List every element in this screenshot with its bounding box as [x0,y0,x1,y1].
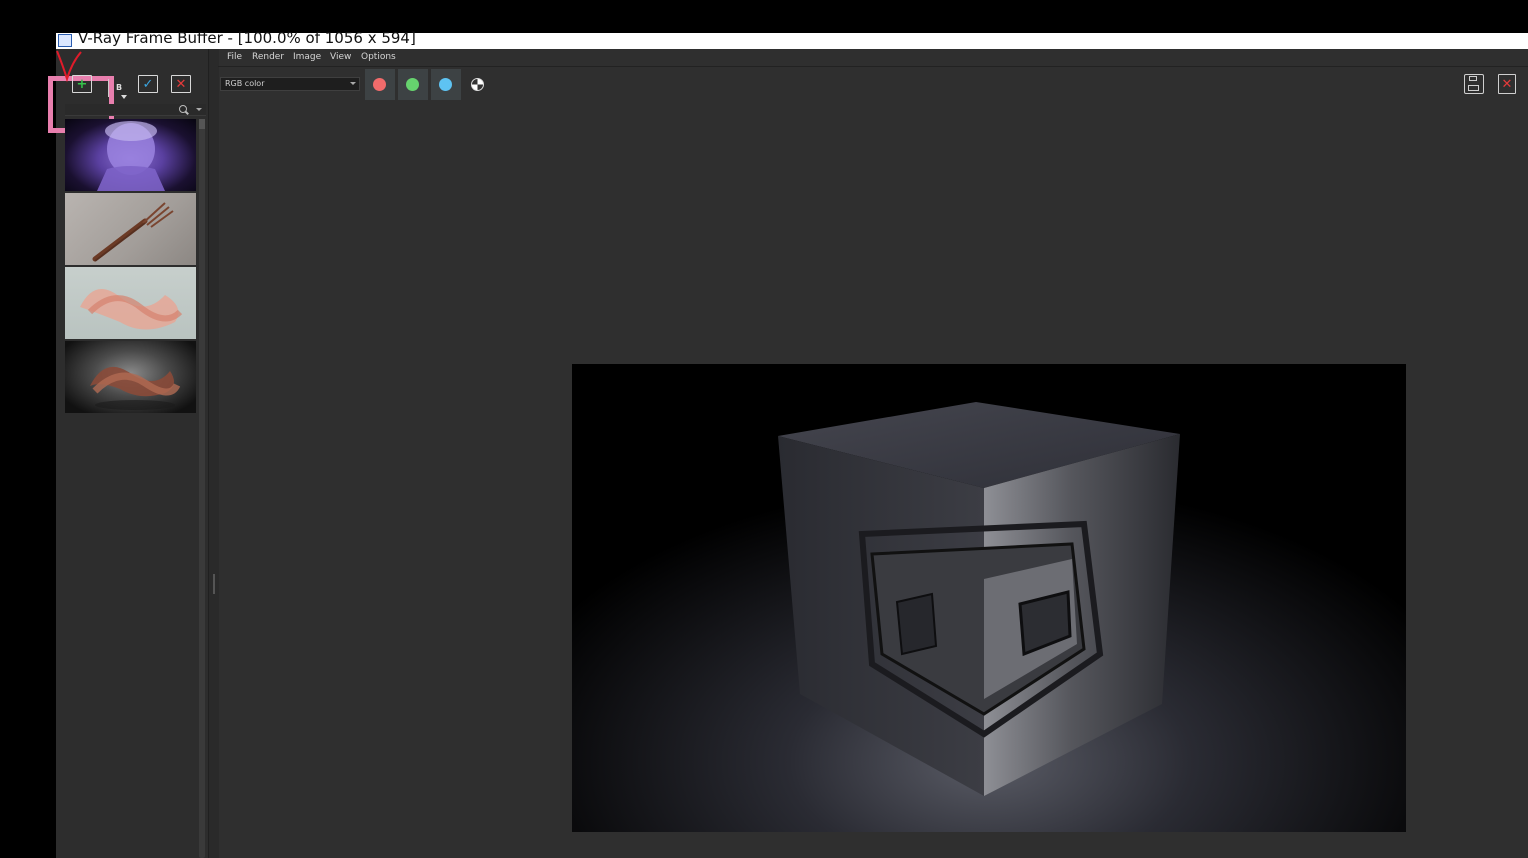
green-dot-icon [406,78,419,91]
ab-compare-button[interactable]: B [108,79,127,99]
monochrome-icon[interactable] [471,78,484,91]
menu-file[interactable]: File [227,52,242,62]
chevron-down-icon [350,82,356,85]
scrollbar-thumb[interactable] [199,119,205,129]
clear-image-icon[interactable]: ✕ [1498,74,1516,94]
add-to-history-button[interactable]: + [72,75,92,93]
plus-icon: + [76,76,88,92]
history-search-input[interactable] [65,104,206,116]
history-toolbar: + B ✓ ✕ [48,50,208,133]
chevron-down-icon[interactable] [196,108,202,111]
history-scrollbar[interactable] [199,119,205,858]
rendered-cube-image [572,364,1406,832]
green-channel-button[interactable] [398,69,428,100]
frame-buffer-window: + B ✓ ✕ File Render Image View Options R… [48,49,1528,858]
menu-options[interactable]: Options [361,52,396,62]
panel-splitter[interactable] [208,49,219,858]
history-thumbnail-glass-ribbon[interactable] [65,267,196,339]
delete-image-button[interactable]: ✕ [171,75,191,93]
history-thumbnail-statue[interactable] [65,119,196,191]
history-thumbnail-fork[interactable] [65,193,196,265]
render-toolbar: RGB color ✕ [218,69,1528,101]
channel-select-value: RGB color [225,79,265,88]
blue-dot-icon [439,78,452,91]
search-icon[interactable] [179,105,187,113]
menu-view[interactable]: View [330,52,351,62]
load-image-button[interactable]: ✓ [138,75,158,93]
copper-ribbon-render [90,366,181,410]
render-view[interactable] [572,364,1406,832]
menu-bar: File Render Image View Options [218,49,1528,67]
ab-compare-label: B [116,83,123,92]
menu-image[interactable]: Image [293,52,321,62]
vray-app-icon [58,34,72,47]
splitter-grip[interactable] [213,574,215,594]
close-icon: ✕ [175,76,187,92]
window-title: V-Ray Frame Buffer - [100.0% of 1056 x 5… [78,29,416,47]
history-list [65,119,197,415]
save-icon[interactable] [1464,74,1484,94]
title-bar: V-Ray Frame Buffer - [100.0% of 1056 x 5… [56,29,1528,49]
red-channel-button[interactable] [365,69,395,100]
history-thumbnail-copper-ribbon[interactable] [65,341,196,413]
statue-bust-render [97,121,165,191]
fork-render [92,202,174,262]
dropdown-arrow-icon [121,95,127,99]
blue-channel-button[interactable] [431,69,461,100]
check-icon: ✓ [142,76,154,92]
glass-ribbon-render [80,289,183,330]
menu-render[interactable]: Render [252,52,284,62]
history-panel: + B ✓ ✕ [48,49,208,858]
channel-select[interactable]: RGB color [220,77,360,91]
red-dot-icon [373,78,386,91]
